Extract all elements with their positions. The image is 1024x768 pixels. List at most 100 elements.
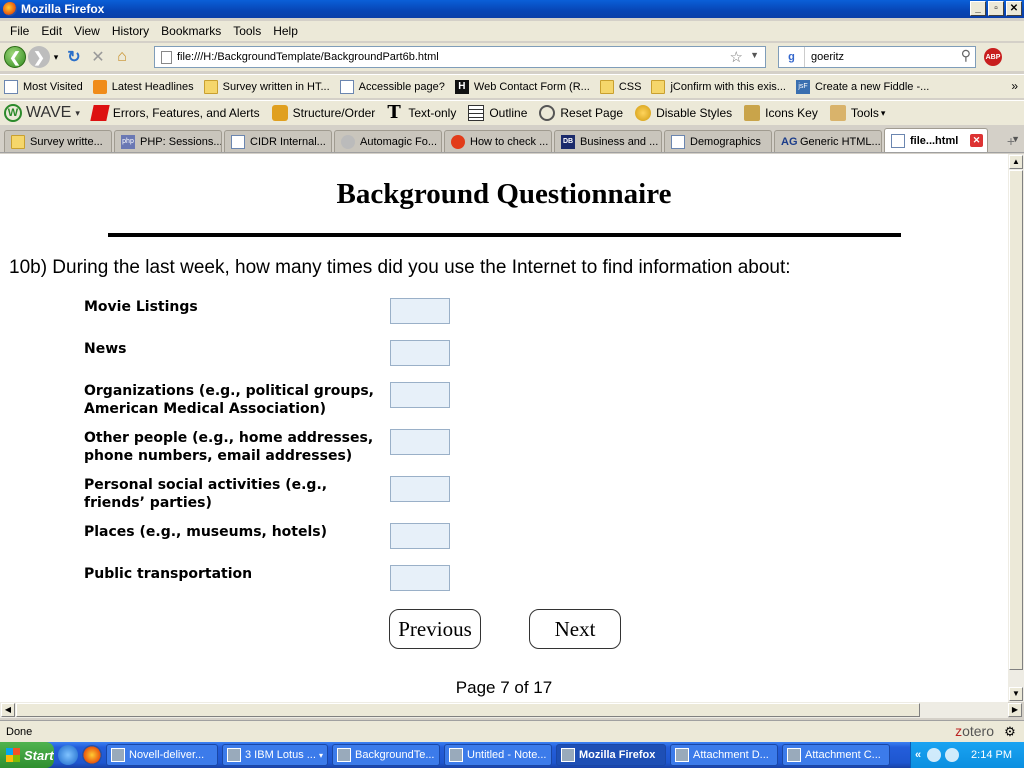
wave-icons-key[interactable]: Icons Key — [744, 105, 818, 121]
tray-network-icon[interactable] — [945, 748, 960, 762]
menu-view[interactable]: View — [68, 24, 106, 38]
scroll-right-icon[interactable]: ▶ — [1008, 703, 1022, 717]
horizontal-scrollbar[interactable]: ◀ ▶ — [0, 702, 1022, 718]
firefox-icon — [3, 2, 17, 16]
tray-status-icon[interactable] — [927, 748, 942, 762]
tab-business[interactable]: DB Business and ... — [554, 130, 662, 152]
places-input[interactable] — [390, 523, 450, 549]
previous-button[interactable]: Previous — [389, 609, 481, 649]
scroll-down-icon[interactable]: ▼ — [1009, 687, 1023, 701]
tray-expand-icon[interactable]: « — [915, 749, 921, 761]
scroll-left-icon[interactable]: ◀ — [1, 703, 15, 717]
organizations-input[interactable] — [390, 382, 450, 408]
tab-bar: Survey writte... php PHP: Sessions... CID… — [0, 128, 1024, 153]
bookmark-latest-headlines[interactable]: Latest Headlines — [92, 79, 194, 94]
bookmark-web-contact-form[interactable]: H Web Contact Form (R... — [454, 79, 590, 94]
zotero-button[interactable]: zotero — [955, 723, 994, 739]
bookmark-jsfiddle[interactable]: jsF Create a new Fiddle -... — [795, 79, 929, 94]
bookmark-css[interactable]: CSS — [599, 79, 641, 94]
movie-listings-input[interactable] — [390, 298, 450, 324]
start-button[interactable]: Start — [0, 742, 54, 768]
scroll-up-icon[interactable]: ▲ — [1009, 155, 1023, 169]
tab-current-file[interactable]: file...html ✕ — [884, 128, 988, 152]
personal-social-activities-input[interactable] — [390, 476, 450, 502]
ag-icon: AG — [781, 135, 798, 148]
wave-tools[interactable]: Tools ▾ — [829, 105, 885, 121]
vertical-scrollbar[interactable]: ▲ ▼ — [1008, 154, 1024, 702]
reload-icon[interactable]: ↻ — [62, 45, 86, 69]
url-bar[interactable]: file:///H:/BackgroundTemplate/Background… — [154, 46, 766, 68]
wave-item-label: Text-only — [408, 106, 457, 120]
status-bar: Done zotero ⚙ — [0, 720, 1024, 742]
close-button[interactable]: ✕ — [1006, 1, 1022, 16]
url-dropdown-icon[interactable]: ▼ — [750, 50, 759, 60]
news-input[interactable] — [390, 340, 450, 366]
wave-item-label: Outline — [489, 106, 528, 120]
task-backgroundtemplate[interactable]: BackgroundTe... — [332, 744, 440, 766]
task-notepad[interactable]: Untitled - Note... — [444, 744, 552, 766]
menu-bookmarks[interactable]: Bookmarks — [155, 24, 227, 38]
task-lotus[interactable]: 3 IBM Lotus ... ▾ — [222, 744, 328, 766]
task-novell[interactable]: Novell-deliver... — [106, 744, 218, 766]
firefox-icon — [561, 748, 575, 762]
window-titlebar: Mozilla Firefox _ ▫ ✕ — [0, 0, 1024, 18]
task-label: Attachment C... — [805, 749, 881, 761]
stop-icon[interactable]: ✕ — [86, 45, 110, 69]
ie-quicklaunch-icon[interactable] — [58, 745, 78, 765]
item-label: Public transportation — [84, 566, 253, 582]
task-attachment-d[interactable]: Attachment D... — [670, 744, 778, 766]
wave-menu[interactable]: W WAVE ▾ — [4, 104, 80, 122]
menu-tools[interactable]: Tools — [227, 24, 267, 38]
other-people-input[interactable] — [390, 429, 450, 455]
menu-history[interactable]: History — [106, 24, 155, 38]
settings-gear-icon[interactable]: ⚙ — [1002, 724, 1018, 740]
task-label: 3 IBM Lotus ... — [245, 749, 316, 761]
wave-text-only[interactable]: T Text-only — [387, 104, 457, 122]
search-box[interactable]: g goeritz ⚲ — [778, 46, 976, 68]
task-firefox[interactable]: Mozilla Firefox — [556, 744, 666, 766]
bookmark-jconfirm[interactable]: jConfirm with this exis... — [651, 79, 786, 94]
adblock-icon[interactable]: ABP — [984, 48, 1002, 66]
bookmark-accessible-page[interactable]: Accessible page? — [339, 79, 445, 94]
firefox-quicklaunch-icon[interactable] — [82, 745, 102, 765]
menu-file[interactable]: File — [4, 24, 35, 38]
close-tab-icon[interactable]: ✕ — [970, 134, 983, 147]
tab-demographics[interactable]: Demographics — [664, 130, 772, 152]
wave-outline[interactable]: Outline — [468, 105, 527, 121]
tab-generic-html[interactable]: AG Generic HTML... — [774, 130, 882, 152]
bookmark-most-visited[interactable]: Most Visited — [4, 79, 83, 94]
minimize-button[interactable]: _ — [970, 1, 986, 16]
tab-cidr[interactable]: CIDR Internal... — [224, 130, 332, 152]
public-transportation-input[interactable] — [390, 565, 450, 591]
wave-disable-styles[interactable]: Disable Styles — [635, 105, 732, 121]
tab-label: file...html — [910, 134, 959, 147]
wave-errors-features-alerts[interactable]: Errors, Features, and Alerts — [90, 105, 260, 121]
wave-reset-page[interactable]: Reset Page — [539, 105, 623, 121]
bookmark-star-icon[interactable]: ☆ — [730, 48, 743, 66]
tab-survey[interactable]: Survey writte... — [4, 130, 112, 152]
wave-structure-order[interactable]: Structure/Order — [271, 105, 375, 121]
home-icon[interactable]: ⌂ — [110, 45, 134, 69]
menu-edit[interactable]: Edit — [35, 24, 68, 38]
tab-automagic[interactable]: Automagic Fo... — [334, 130, 442, 152]
search-icon[interactable]: ⚲ — [961, 47, 971, 64]
vertical-scroll-thumb[interactable] — [1009, 170, 1023, 670]
back-button[interactable]: ❮ — [4, 46, 26, 68]
task-attachment-c[interactable]: Attachment C... — [782, 744, 890, 766]
tab-php-sessions[interactable]: php PHP: Sessions... — [114, 130, 222, 152]
tab-how-to-check[interactable]: How to check ... — [444, 130, 552, 152]
window-title: Mozilla Firefox — [21, 2, 105, 16]
windows-taskbar: Start Novell-deliver... 3 IBM Lotus ... ▾… — [0, 742, 1024, 768]
forward-button[interactable]: ❯ — [28, 46, 50, 68]
bookmarks-overflow-icon[interactable]: » — [1011, 79, 1018, 93]
bookmark-survey[interactable]: Survey written in HT... — [203, 79, 330, 94]
next-button[interactable]: Next — [529, 609, 621, 649]
google-engine-icon[interactable]: g — [779, 47, 805, 67]
horizontal-scroll-thumb[interactable] — [16, 703, 920, 717]
maximize-button[interactable]: ▫ — [988, 1, 1004, 16]
tab-list-icon[interactable]: ▼ — [1011, 134, 1020, 144]
item-label: Other people (e.g., home addresses, phon… — [84, 430, 374, 464]
task-label: BackgroundTe... — [355, 749, 435, 761]
history-dropdown-icon[interactable]: ▾ — [50, 45, 62, 69]
menu-help[interactable]: Help — [267, 24, 304, 38]
